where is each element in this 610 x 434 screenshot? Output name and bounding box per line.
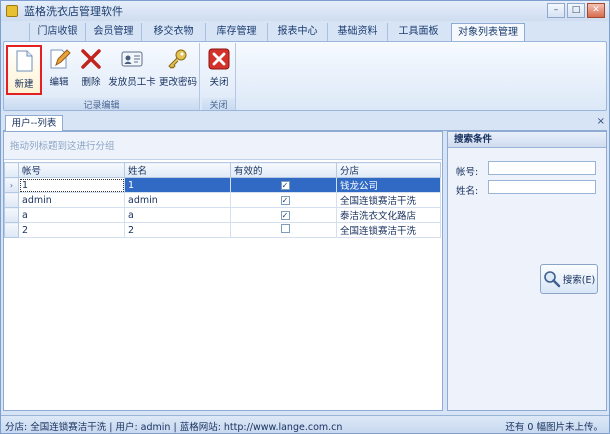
account-label: 帐号: bbox=[456, 167, 479, 178]
column-header-store[interactable]: 分店 bbox=[336, 162, 441, 178]
row-indicator bbox=[4, 192, 19, 208]
cell-account[interactable]: 1 bbox=[18, 177, 125, 193]
app-icon bbox=[6, 5, 18, 17]
main-window: 蓝格洗衣店管理软件 – □ ✕ 门店收银 会员管理 移交衣物 库存管理 报表中心… bbox=[0, 0, 610, 434]
valid-checkbox[interactable]: ✓ bbox=[280, 180, 290, 190]
issue-card-label: 发放员工卡 bbox=[108, 77, 156, 88]
name-label: 姓名: bbox=[456, 186, 479, 197]
change-password-label: 更改密码 bbox=[158, 77, 197, 88]
tab-transfer[interactable]: 移交衣物 bbox=[141, 23, 205, 41]
cell-account[interactable]: admin bbox=[18, 192, 125, 208]
close-icon bbox=[208, 48, 230, 70]
group-close-caption: 关闭 bbox=[202, 98, 235, 111]
cell-valid[interactable]: ✓ bbox=[230, 177, 337, 193]
row-indicator-header bbox=[4, 162, 19, 178]
search-panel-title: 搜索条件 bbox=[448, 132, 606, 148]
tab-inventory[interactable]: 库存管理 bbox=[205, 23, 267, 41]
cell-valid[interactable]: ✓ bbox=[230, 207, 337, 223]
new-document-icon bbox=[16, 50, 33, 72]
group-record-edit-caption: 记录编辑 bbox=[4, 98, 199, 111]
tab-basic-data[interactable]: 基础资料 bbox=[327, 23, 387, 41]
name-search-input[interactable] bbox=[488, 180, 596, 194]
close-list-label: 关闭 bbox=[209, 77, 229, 88]
cell-valid[interactable]: ✓ bbox=[230, 192, 337, 208]
table-row[interactable]: › 1 1 ✓ 钱龙公司 bbox=[4, 177, 441, 193]
table-row[interactable]: a a ✓ 泰洁洗衣文化路店 bbox=[4, 207, 441, 223]
search-panel: 搜索条件 帐号: 姓名: 搜索(E) bbox=[447, 131, 607, 411]
edit-label: 编辑 bbox=[49, 77, 69, 88]
tab-cashier[interactable]: 门店收银 bbox=[29, 23, 85, 41]
valid-checkbox[interactable]: ✓ bbox=[280, 210, 290, 220]
user-grid-panel: 拖动列标题到这进行分组 帐号 姓名 有效的 分店 › 1 1 ✓ 钱龙公司 ad… bbox=[3, 131, 443, 411]
cell-store[interactable]: 全国连锁赛洁干洗 bbox=[336, 222, 441, 238]
cell-account[interactable]: 2 bbox=[18, 222, 125, 238]
new-label: 新建 bbox=[14, 79, 34, 90]
minimize-button[interactable]: – bbox=[547, 3, 565, 18]
document-close-icon[interactable]: × bbox=[597, 116, 605, 127]
group-record-edit: 新建 编辑 删除 发放员工卡 更改密码 记录编辑 bbox=[4, 43, 200, 111]
table-header-row: 帐号 姓名 有效的 分店 bbox=[4, 162, 441, 178]
group-close: 关闭 关闭 bbox=[202, 43, 236, 111]
edit-button[interactable]: 编辑 bbox=[44, 45, 74, 95]
edit-icon bbox=[50, 49, 71, 69]
key-icon bbox=[168, 49, 187, 69]
column-header-valid[interactable]: 有效的 bbox=[230, 162, 337, 178]
column-header-name[interactable]: 姓名 bbox=[124, 162, 231, 178]
cell-name[interactable]: a bbox=[124, 207, 231, 223]
row-indicator bbox=[4, 222, 19, 238]
window-title: 蓝格洗衣店管理软件 bbox=[24, 5, 123, 18]
upload-status: 还有 0 幅图片未上传。 bbox=[505, 422, 603, 433]
delete-button[interactable]: 删除 bbox=[76, 45, 106, 95]
issue-card-button[interactable]: 发放员工卡 bbox=[106, 45, 158, 95]
status-info: 分店: 全国连锁赛洁干洗 | 用户: admin | 蓝格网站: http://… bbox=[5, 422, 343, 433]
magnifier-icon bbox=[543, 271, 560, 288]
tab-user-list[interactable]: 用户--列表 bbox=[5, 115, 63, 131]
cell-store[interactable]: 钱龙公司 bbox=[336, 177, 441, 193]
change-password-button[interactable]: 更改密码 bbox=[158, 45, 198, 95]
new-button[interactable]: 新建 bbox=[6, 45, 42, 95]
delete-icon bbox=[81, 49, 101, 69]
window-controls: – □ ✕ bbox=[547, 3, 605, 18]
cell-name[interactable]: 1 bbox=[124, 177, 231, 193]
cell-name[interactable]: admin bbox=[124, 192, 231, 208]
close-list-button[interactable]: 关闭 bbox=[204, 45, 234, 95]
user-table: 帐号 姓名 有效的 分店 › 1 1 ✓ 钱龙公司 admin admin ✓ … bbox=[4, 162, 441, 238]
search-button[interactable]: 搜索(E) bbox=[540, 264, 598, 294]
id-card-icon bbox=[121, 51, 143, 67]
close-button[interactable]: ✕ bbox=[587, 3, 605, 18]
account-search-input[interactable] bbox=[488, 161, 596, 175]
delete-label: 删除 bbox=[81, 77, 101, 88]
status-bar: 分店: 全国连锁赛洁干洗 | 用户: admin | 蓝格网站: http://… bbox=[1, 415, 609, 433]
tab-members[interactable]: 会员管理 bbox=[85, 23, 141, 41]
title-bar: 蓝格洗衣店管理软件 – □ ✕ bbox=[1, 1, 609, 21]
tab-tools[interactable]: 工具面板 bbox=[387, 23, 449, 41]
cell-name[interactable]: 2 bbox=[124, 222, 231, 238]
ribbon-tabbar: 门店收银 会员管理 移交衣物 库存管理 报表中心 基础资料 工具面板 对象列表管… bbox=[1, 23, 609, 42]
search-button-label: 搜索(E) bbox=[562, 275, 596, 286]
ribbon-panel: 新建 编辑 删除 发放员工卡 更改密码 记录编辑 关闭 关闭 bbox=[3, 41, 607, 111]
maximize-button[interactable]: □ bbox=[567, 3, 585, 18]
table-row[interactable]: admin admin ✓ 全国连锁赛洁干洗 bbox=[4, 192, 441, 208]
cell-valid[interactable] bbox=[230, 222, 337, 238]
document-tabbar: 用户--列表 × bbox=[3, 115, 607, 131]
tab-object-list[interactable]: 对象列表管理 bbox=[451, 23, 525, 42]
valid-checkbox[interactable] bbox=[280, 224, 290, 233]
valid-checkbox[interactable]: ✓ bbox=[280, 195, 290, 205]
cell-store[interactable]: 全国连锁赛洁干洗 bbox=[336, 192, 441, 208]
row-indicator bbox=[4, 207, 19, 223]
tab-reports[interactable]: 报表中心 bbox=[267, 23, 327, 41]
column-header-account[interactable]: 帐号 bbox=[18, 162, 125, 178]
table-row[interactable]: 2 2 全国连锁赛洁干洗 bbox=[4, 222, 441, 238]
cell-store[interactable]: 泰洁洗衣文化路店 bbox=[336, 207, 441, 223]
row-indicator: › bbox=[4, 177, 19, 193]
cell-account[interactable]: a bbox=[18, 207, 125, 223]
group-by-hint[interactable]: 拖动列标题到这进行分组 bbox=[4, 132, 442, 160]
